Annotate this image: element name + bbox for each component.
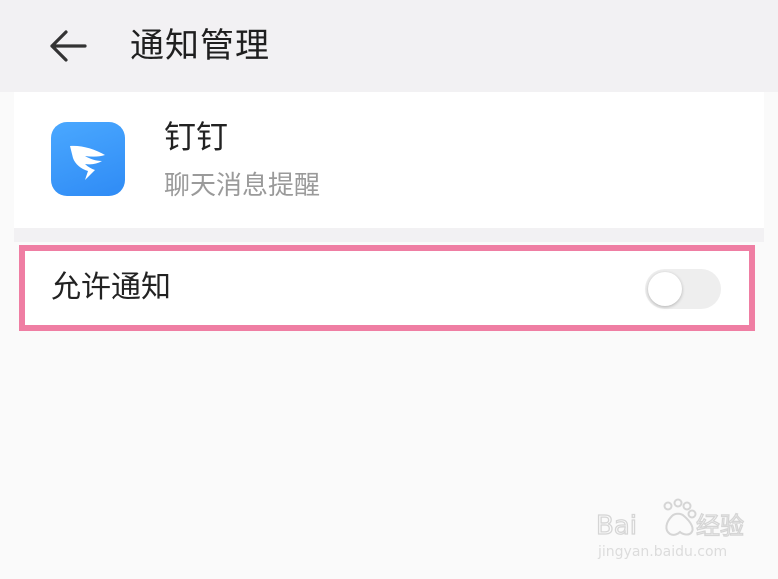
arrow-left-icon: [50, 30, 87, 62]
baidu-logo-icon: Bai 经验 jingyan.baidu.com: [595, 498, 745, 560]
watermark-url: jingyan.baidu.com: [597, 544, 727, 560]
notification-management-screen: 通知管理 钉钉 聊天消息提醒 允许通知 Bai 经验 jingyan.baidu…: [0, 0, 778, 579]
top-app-bar: 通知管理: [0, 0, 778, 92]
app-name: 钉钉: [164, 118, 229, 156]
allow-notifications-row[interactable]: 允许通知: [19, 245, 755, 331]
back-button[interactable]: [40, 22, 96, 70]
svg-text:经验: 经验: [696, 512, 744, 540]
dingtalk-app-icon: [51, 122, 125, 196]
app-subtitle: 聊天消息提醒: [164, 171, 321, 201]
section-divider: [14, 228, 764, 242]
allow-notifications-label: 允许通知: [51, 270, 171, 305]
allow-notifications-toggle[interactable]: [645, 269, 721, 309]
watermark-brand: Bai: [596, 511, 637, 541]
dingtalk-wing-icon: [70, 145, 105, 180]
page-title: 通知管理: [130, 26, 270, 66]
toggle-knob: [648, 272, 682, 306]
app-info-card: 钉钉 聊天消息提醒: [14, 92, 764, 228]
baidu-jingyan-watermark: Bai 经验 jingyan.baidu.com: [595, 494, 766, 564]
